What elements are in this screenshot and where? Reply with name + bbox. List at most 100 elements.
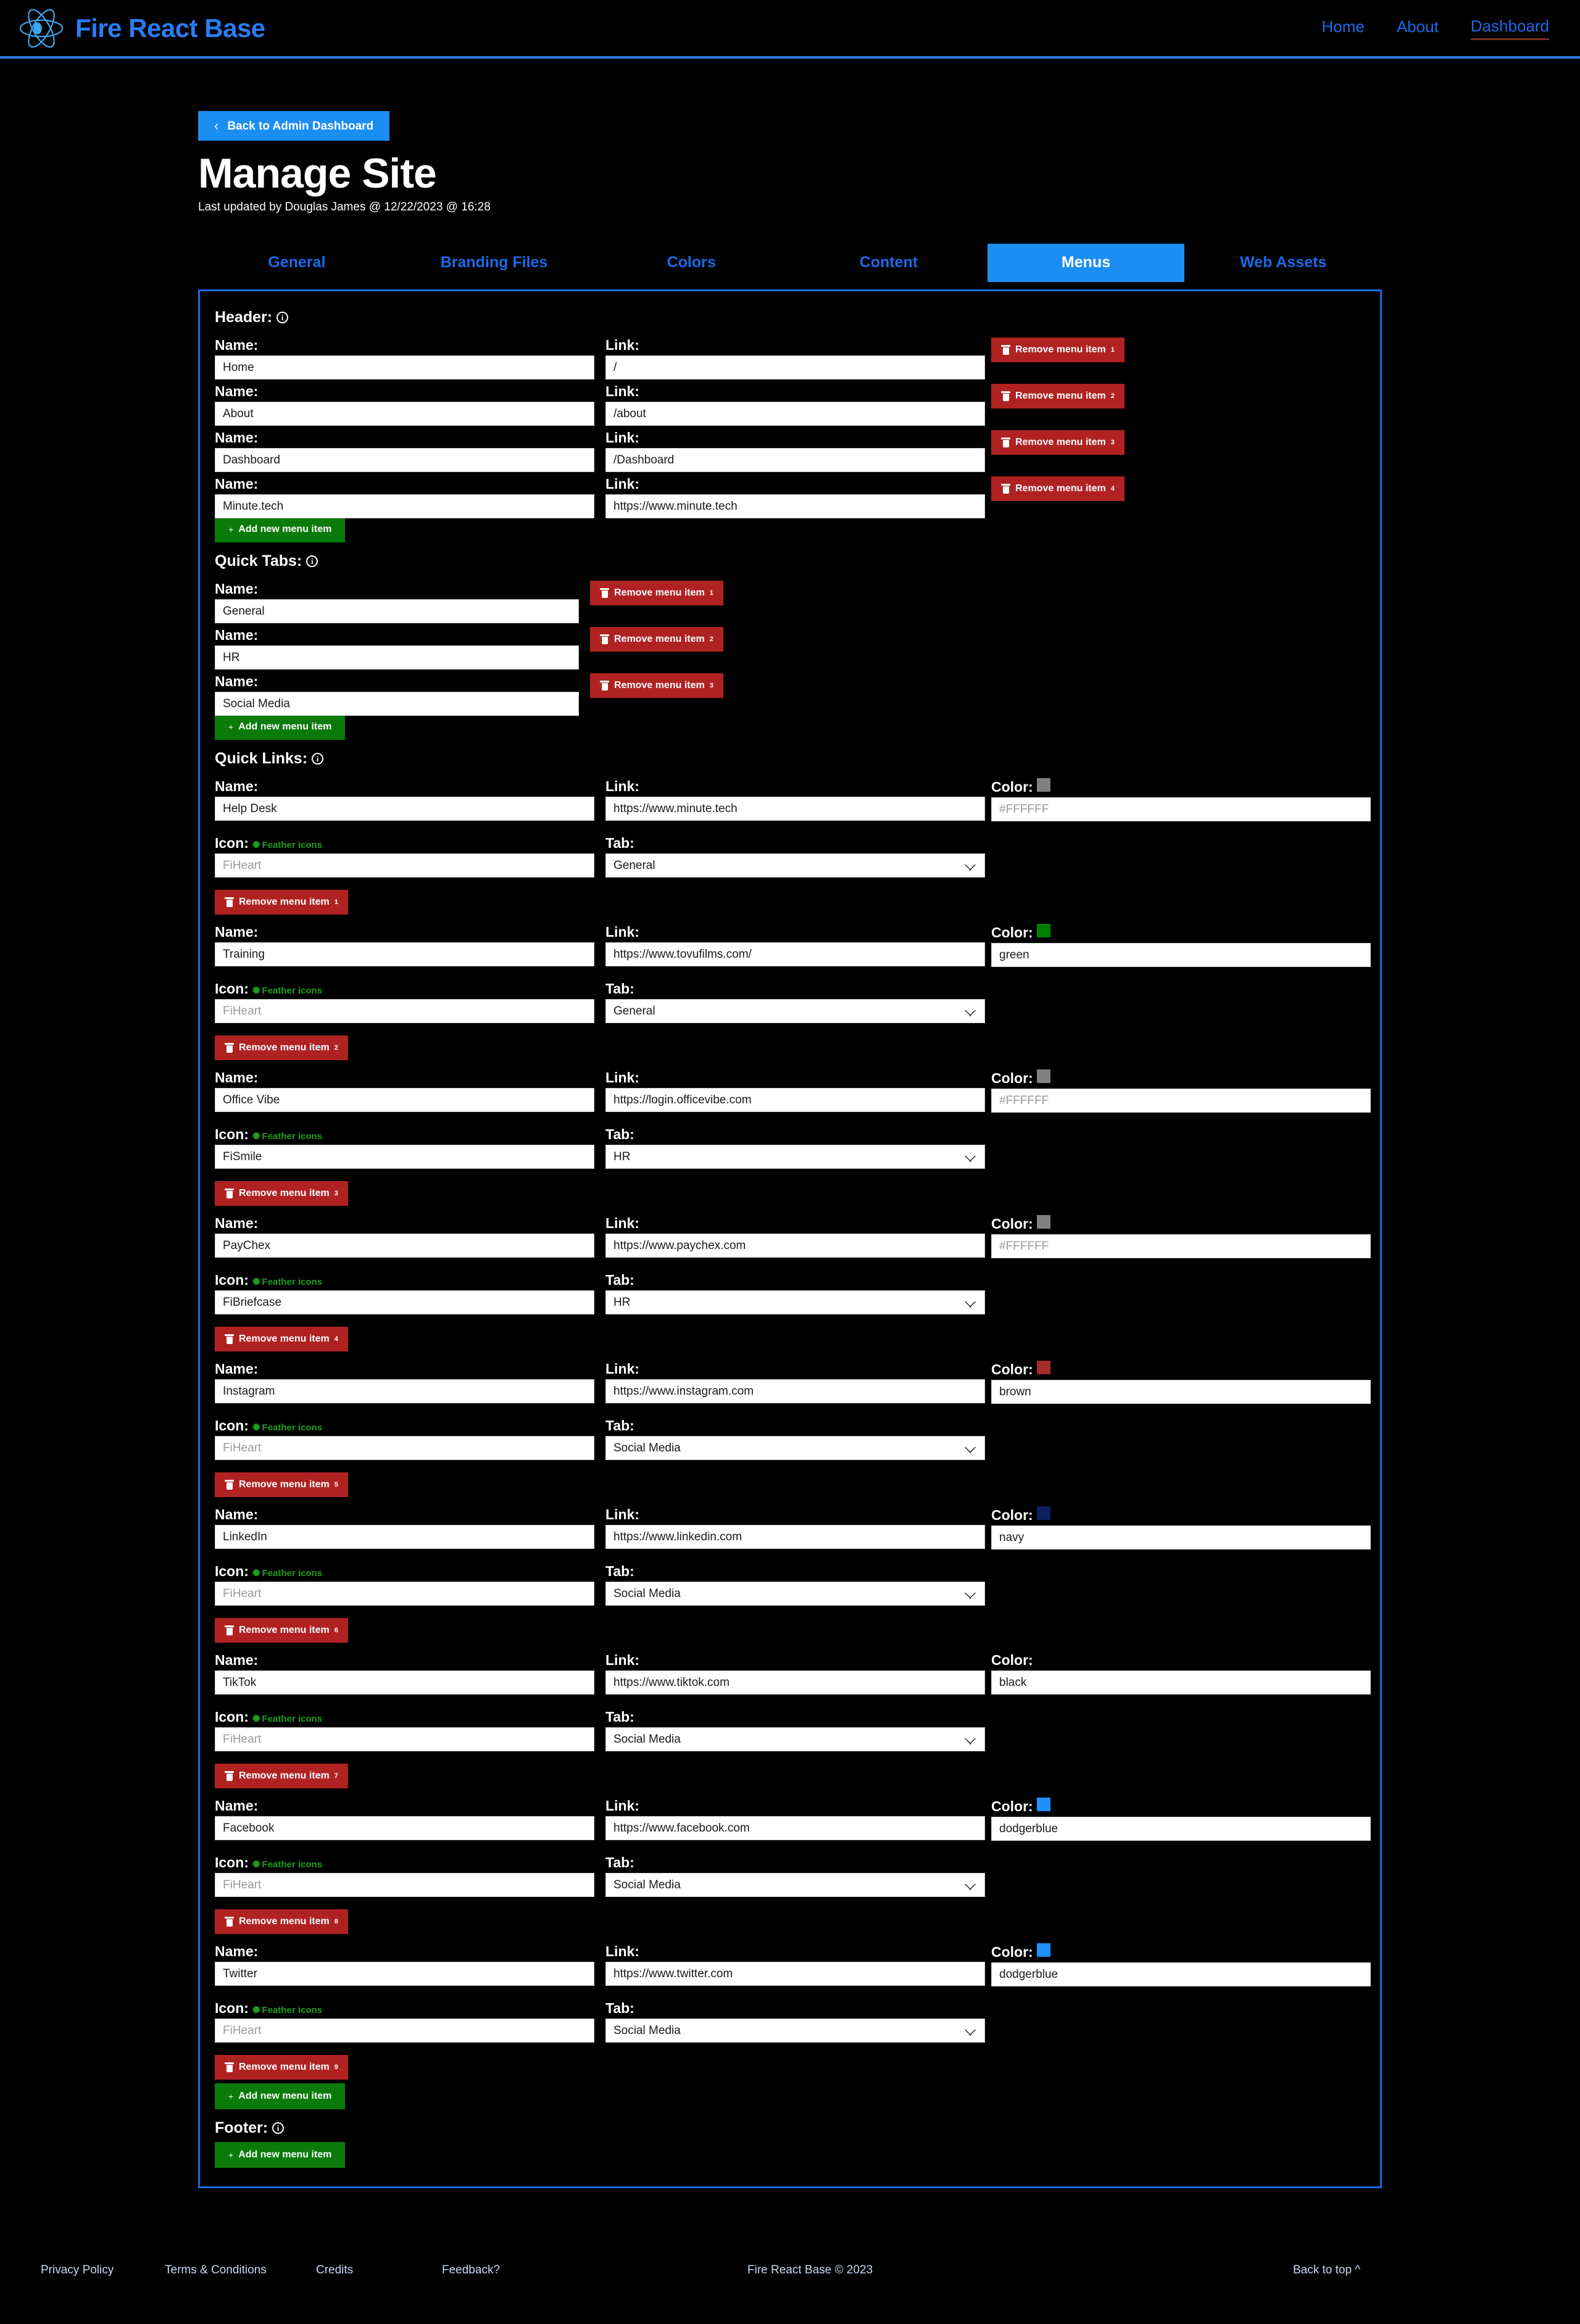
header-item-link-input[interactable] [605,448,985,473]
feather-icons-link[interactable]: ✺ Feather icons [252,1276,322,1288]
color-swatch[interactable] [1036,1943,1050,1957]
feather-icons-link[interactable]: ✺ Feather icons [252,1859,322,1870]
info-icon[interactable]: i [276,312,289,324]
feather-icons-link[interactable]: ✺ Feather icons [252,1131,322,1142]
quick-link-color-input[interactable] [991,1670,1371,1695]
nav-link-home[interactable]: Home [1321,17,1364,39]
feather-icons-link[interactable]: ✺ Feather icons [252,839,322,851]
quick-link-url-input[interactable] [605,1670,985,1695]
header-item-name-input[interactable] [215,494,594,519]
footer-link-privacy-policy[interactable]: Privacy Policy [41,2264,114,2277]
remove-header-menu-item-button[interactable]: Remove menu item 4 [991,476,1125,502]
info-icon[interactable]: i [306,555,318,568]
quick-link-name-input[interactable] [215,1962,594,1986]
quick-link-name-input[interactable] [215,1234,594,1258]
quick-link-name-input[interactable] [215,1088,594,1113]
quick-link-tab-select[interactable]: GeneralHRSocial Media [605,1145,985,1169]
color-swatch[interactable] [1036,1069,1050,1084]
tab-content[interactable]: Content [790,244,988,282]
remove-quick-link-button[interactable]: Remove menu item 3 [215,1181,348,1206]
header-item-name-input[interactable] [215,355,594,380]
remove-quick-link-button[interactable]: Remove menu item 6 [215,1618,348,1643]
quick-link-icon-input[interactable] [215,1582,594,1606]
tab-web-assets[interactable]: Web Assets [1184,244,1382,282]
quick-link-icon-input[interactable] [215,1436,594,1461]
quick-link-icon-input[interactable] [215,1290,594,1315]
add-footer-menu-item-button[interactable]: + Add new menu item [215,2142,346,2168]
quick-link-icon-input[interactable] [215,999,594,1024]
quick-link-url-input[interactable] [605,1816,985,1841]
color-swatch[interactable] [1036,1798,1050,1812]
quick-link-url-input[interactable] [605,797,985,821]
color-swatch[interactable] [1036,1506,1050,1521]
footer-link-terms-conditions[interactable]: Terms & Conditions [165,2264,267,2277]
quick-link-name-input[interactable] [215,1816,594,1841]
remove-header-menu-item-button[interactable]: Remove menu item 1 [991,338,1125,363]
info-icon[interactable]: i [272,2122,285,2135]
remove-quick-tab-button[interactable]: Remove menu item 2 [590,627,723,652]
quick-link-tab-select[interactable]: GeneralHRSocial Media [605,1727,985,1752]
quick-link-url-input[interactable] [605,1525,985,1550]
quick-link-color-input[interactable] [991,1089,1371,1113]
quick-link-tab-select[interactable]: GeneralHRSocial Media [605,1873,985,1898]
color-swatch[interactable] [1036,1361,1050,1375]
header-item-name-input[interactable] [215,402,594,426]
footer-link-credits[interactable]: Credits [316,2264,353,2277]
quick-link-url-input[interactable] [605,1234,985,1258]
quick-link-color-input[interactable] [991,1817,1371,1841]
back-to-top-link[interactable]: Back to top ^ [1293,2264,1360,2277]
quick-tab-name-input[interactable] [215,599,579,624]
feather-icons-link[interactable]: ✺ Feather icons [252,1713,322,1725]
quick-link-color-input[interactable] [991,797,1371,822]
quick-link-url-input[interactable] [605,1379,985,1404]
color-swatch[interactable] [1036,778,1050,792]
quick-tab-name-input[interactable] [215,692,579,716]
quick-link-color-input[interactable] [991,1234,1371,1259]
brand[interactable]: Fire React Base [19,6,265,51]
tab-menus[interactable]: Menus [987,244,1185,283]
add-quick-tab-button[interactable]: + Add new menu item [215,714,346,741]
remove-quick-link-button[interactable]: Remove menu item 1 [215,890,348,915]
feather-icons-link[interactable]: ✺ Feather icons [252,1567,322,1579]
footer-link-feedback[interactable]: Feedback? [442,2264,500,2277]
quick-link-url-input[interactable] [605,1962,985,1986]
remove-quick-tab-button[interactable]: Remove menu item 1 [590,581,723,606]
quick-link-name-input[interactable] [215,797,594,821]
tab-colors[interactable]: Colors [592,244,790,282]
quick-link-tab-select[interactable]: GeneralHRSocial Media [605,853,985,878]
remove-header-menu-item-button[interactable]: Remove menu item 2 [991,384,1125,409]
color-swatch[interactable] [1036,1215,1050,1229]
quick-link-icon-input[interactable] [215,1727,594,1752]
feather-icons-link[interactable]: ✺ Feather icons [252,2004,322,2016]
info-icon[interactable]: i [312,753,324,765]
quick-link-color-input[interactable] [991,943,1371,968]
tab-general[interactable]: General [198,244,396,282]
remove-header-menu-item-button[interactable]: Remove menu item 3 [991,430,1125,455]
add-quick-link-button[interactable]: + Add new menu item [215,2083,346,2110]
tab-branding-files[interactable]: Branding Files [396,244,593,282]
feather-icons-link[interactable]: ✺ Feather icons [252,1422,322,1434]
remove-quick-link-button[interactable]: Remove menu item 7 [215,1764,348,1789]
quick-link-tab-select[interactable]: GeneralHRSocial Media [605,999,985,1024]
quick-link-url-input[interactable] [605,1088,985,1113]
header-item-link-input[interactable] [605,355,985,380]
quick-link-name-input[interactable] [215,942,594,967]
quick-link-icon-input[interactable] [215,2019,594,2043]
remove-quick-tab-button[interactable]: Remove menu item 3 [590,673,723,699]
quick-link-tab-select[interactable]: GeneralHRSocial Media [605,2019,985,2043]
quick-link-name-input[interactable] [215,1379,594,1404]
remove-quick-link-button[interactable]: Remove menu item 5 [215,1472,348,1498]
header-item-link-input[interactable] [605,402,985,426]
add-header-menu-item-button[interactable]: + Add new menu item [215,517,346,543]
remove-quick-link-button[interactable]: Remove menu item 4 [215,1327,348,1352]
header-item-link-input[interactable] [605,494,985,519]
quick-link-url-input[interactable] [605,942,985,967]
quick-link-tab-select[interactable]: GeneralHRSocial Media [605,1436,985,1461]
quick-link-icon-input[interactable] [215,853,594,878]
quick-link-icon-input[interactable] [215,1145,594,1169]
back-to-admin-dashboard-button[interactable]: ‹ Back to Admin Dashboard [198,111,390,141]
quick-link-name-input[interactable] [215,1670,594,1695]
quick-link-color-input[interactable] [991,1962,1371,1987]
quick-link-name-input[interactable] [215,1525,594,1550]
feather-icons-link[interactable]: ✺ Feather icons [252,985,322,997]
